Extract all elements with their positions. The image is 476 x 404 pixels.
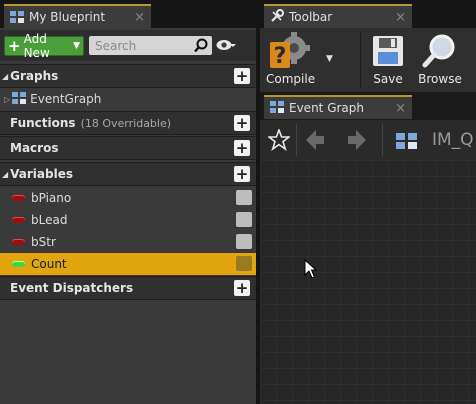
tab-my-blueprint[interactable]: My Blueprint × (4, 4, 151, 28)
variable-item-selected[interactable]: Count (0, 253, 256, 275)
svg-text:?: ? (274, 44, 287, 69)
right-tab-bar: Toolbar × (260, 0, 476, 28)
boolean-type-icon (12, 239, 25, 245)
variable-name: bLead (31, 213, 68, 227)
section-event-dispatchers[interactable]: Event Dispatchers + (0, 276, 256, 300)
save-label: Save (373, 72, 403, 86)
section-macros[interactable]: Macros + (0, 136, 256, 160)
boolean-type-icon (12, 217, 25, 223)
visibility-eye-icon[interactable] (236, 256, 252, 271)
view-options-eye-icon[interactable] (216, 39, 236, 54)
section-graphs[interactable]: ◢ Graphs + (0, 64, 256, 88)
compile-button[interactable]: ? Compile (266, 30, 316, 86)
add-new-label: Add New (23, 32, 50, 60)
browse-button[interactable]: Browse (416, 32, 464, 86)
wrench-icon (270, 8, 284, 26)
variable-item[interactable]: bStr (0, 231, 256, 253)
compile-question-icon: ? (266, 30, 314, 72)
visibility-eye-icon[interactable] (236, 212, 252, 227)
graph-icon (270, 100, 284, 116)
add-variable-button[interactable]: + (234, 166, 250, 182)
add-function-button[interactable]: + (234, 115, 250, 131)
add-new-button[interactable]: + Add New ▼ (4, 32, 84, 60)
my-blueprint-panel: My Blueprint × + Add New ▼ ◢ Graphs + ▷ … (0, 0, 256, 404)
plus-icon: + (8, 36, 21, 55)
toolbar-divider (360, 32, 361, 88)
panel-splitter[interactable] (256, 0, 260, 404)
collapsed-arrow-icon: ▷ (4, 94, 11, 104)
graph-icon (12, 91, 27, 107)
compile-label: Compile (266, 72, 316, 86)
variable-item[interactable]: bPiano (0, 187, 256, 209)
variable-name: bStr (31, 235, 56, 249)
save-button[interactable]: Save (368, 32, 408, 86)
search-input[interactable] (93, 37, 197, 54)
integer-type-icon (12, 261, 25, 267)
graph-item-label: EventGraph (30, 92, 102, 106)
expand-arrow-icon: ◢ (2, 169, 9, 179)
back-arrow-icon[interactable] (306, 130, 324, 153)
graph-tab-bar: Event Graph × (260, 92, 476, 120)
section-title: Functions (10, 116, 76, 130)
section-title: Event Dispatchers (10, 281, 134, 295)
nav-divider (382, 124, 383, 156)
section-variables[interactable]: ◢ Variables + (0, 162, 256, 186)
expand-arrow-icon: ◢ (2, 71, 9, 81)
floppy-disk-icon (368, 32, 408, 72)
functions-overridable-count: (18 Overridable) (80, 116, 172, 130)
breadcrumb[interactable]: IM_Q (432, 130, 474, 150)
close-icon[interactable]: × (395, 10, 406, 25)
nav-divider (296, 124, 297, 156)
graph-canvas[interactable] (260, 160, 476, 404)
left-tab-bar: My Blueprint × (0, 0, 256, 28)
search-icon[interactable] (194, 38, 209, 56)
graph-icon (396, 133, 418, 152)
compile-options-chevron-icon[interactable]: ▼ (326, 54, 333, 64)
section-functions[interactable]: Functions (18 Overridable) + (0, 111, 256, 135)
add-macro-button[interactable]: + (234, 140, 250, 156)
tab-title: Toolbar (289, 10, 333, 24)
section-title: Variables (10, 167, 73, 181)
toolbar: ? Compile ▼ Save Browse (260, 28, 476, 92)
variable-name: bPiano (31, 191, 72, 205)
magnifier-icon (416, 32, 464, 72)
tab-title: My Blueprint (29, 10, 106, 24)
visibility-eye-icon[interactable] (236, 190, 252, 205)
visibility-eye-icon[interactable] (236, 234, 252, 249)
tab-toolbar[interactable]: Toolbar × (264, 4, 412, 28)
close-icon[interactable]: × (395, 101, 406, 116)
browse-label: Browse (418, 72, 462, 86)
boolean-type-icon (12, 195, 25, 201)
tab-title: Event Graph (289, 101, 364, 115)
blueprint-icon (10, 11, 24, 23)
variable-name: Count (31, 257, 67, 271)
section-title: Graphs (10, 69, 59, 83)
chevron-down-icon: ▼ (73, 41, 80, 51)
star-icon[interactable] (266, 127, 292, 154)
add-graph-button[interactable]: + (234, 68, 250, 84)
variable-item[interactable]: bLead (0, 209, 256, 231)
section-title: Macros (10, 141, 59, 155)
blueprint-toolbar: + Add New ▼ (0, 30, 256, 61)
editor-panel: Toolbar × ? Compile ▼ Save Browse Event … (260, 0, 476, 404)
forward-arrow-icon[interactable] (348, 130, 366, 153)
graph-navigation-bar: IM_Q (260, 120, 476, 160)
graph-item-eventgraph[interactable]: ▷ EventGraph (0, 88, 256, 110)
mouse-cursor-icon (304, 258, 318, 282)
search-box[interactable] (89, 36, 212, 55)
add-event-dispatcher-button[interactable]: + (234, 280, 250, 296)
tab-event-graph[interactable]: Event Graph × (264, 95, 412, 119)
close-icon[interactable]: × (134, 10, 145, 25)
